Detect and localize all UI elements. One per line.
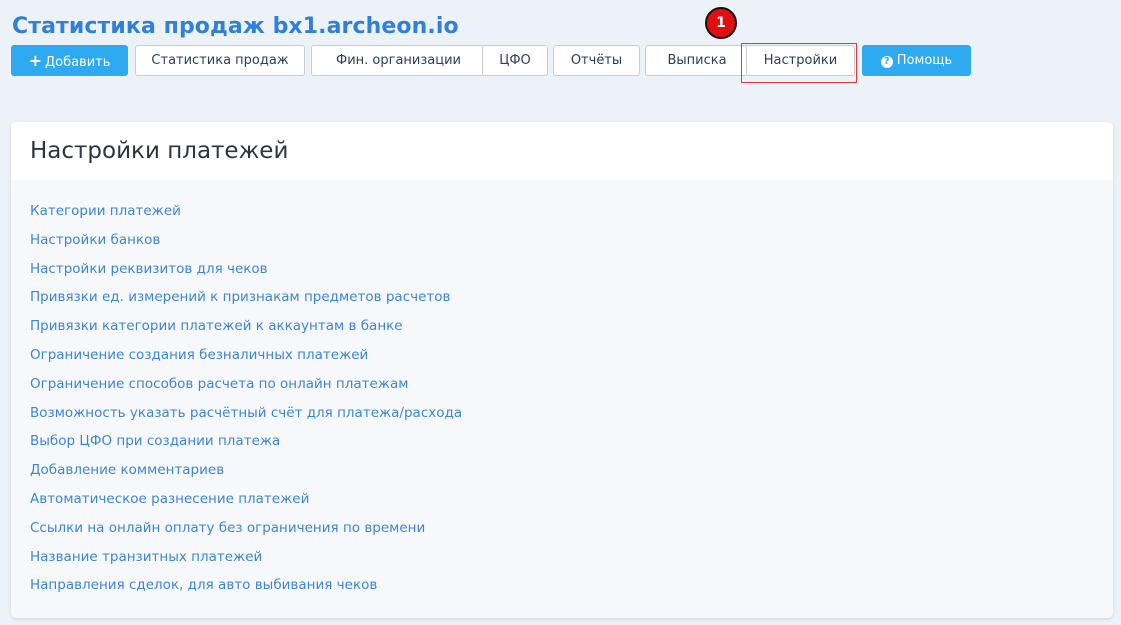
settings-link-cashless-restriction[interactable]: Ограничение создания безналичных платеже… [30, 347, 368, 363]
settings-link-online-payment-methods[interactable]: Ограничение способов расчета по онлайн п… [30, 376, 408, 392]
list-item: Привязки категории платежей к аккаунтам … [30, 311, 1094, 340]
payment-settings-panel: Настройки платежей Категории платежей На… [11, 122, 1113, 618]
settings-link-payment-categories[interactable]: Категории платежей [30, 203, 181, 219]
list-item: Автоматическое разнесение платежей [30, 484, 1094, 513]
settings-link-settlement-account[interactable]: Возможность указать расчётный счёт для п… [30, 405, 462, 421]
sales-stats-button[interactable]: Статистика продаж [135, 45, 305, 76]
list-item: Добавление комментариев [30, 455, 1094, 484]
settings-link-unlimited-payment-links[interactable]: Ссылки на онлайн оплату без ограничения … [30, 520, 425, 536]
list-item: Категории платежей [30, 196, 1094, 225]
list-item: Ограничение создания безналичных платеже… [30, 340, 1094, 369]
statement-button[interactable]: Выписка [645, 45, 749, 76]
app-title: Статистика продаж bx1.archeon.io [12, 14, 459, 39]
list-item: Выбор ЦФО при создании платежа [30, 426, 1094, 455]
settings-link-list: Категории платежей Настройки банков Наст… [30, 196, 1094, 599]
list-item: Название транзитных платежей [30, 542, 1094, 571]
list-item: Настройки реквизитов для чеков [30, 254, 1094, 283]
add-button-label: Добавить [44, 55, 111, 70]
settings-link-unit-bindings[interactable]: Привязки ед. измерений к признакам предм… [30, 289, 451, 305]
settings-highlight-box [741, 43, 857, 83]
settings-link-comments[interactable]: Добавление комментариев [30, 462, 224, 478]
fin-orgs-button[interactable]: Фин. организации [311, 45, 486, 76]
settings-link-bank-settings[interactable]: Настройки банков [30, 232, 160, 248]
settings-link-receipt-requisites[interactable]: Настройки реквизитов для чеков [30, 261, 268, 277]
step-number-badge: 1 [705, 7, 737, 39]
settings-link-deal-directions[interactable]: Направления сделок, для авто выбивания ч… [30, 577, 377, 593]
panel-title: Настройки платежей [30, 138, 289, 164]
reports-button[interactable]: Отчёты [553, 45, 640, 76]
list-item: Настройки банков [30, 225, 1094, 254]
panel-body: Категории платежей Настройки банков Наст… [11, 180, 1113, 615]
cfo-button[interactable]: ЦФО [482, 45, 548, 76]
list-item: Ссылки на онлайн оплату без ограничения … [30, 513, 1094, 542]
settings-link-cfo-selection[interactable]: Выбор ЦФО при создании платежа [30, 433, 280, 449]
plus-icon: + [28, 51, 42, 70]
add-button[interactable]: + Добавить [11, 45, 128, 76]
question-circle-icon: ? [880, 56, 893, 68]
settings-link-category-bank-accounts[interactable]: Привязки категории платежей к аккаунтам … [30, 318, 403, 334]
help-button-label: Помощь [896, 53, 953, 68]
settings-link-transit-payments[interactable]: Название транзитных платежей [30, 549, 262, 565]
help-button[interactable]: ? Помощь [862, 45, 971, 76]
list-item: Ограничение способов расчета по онлайн п… [30, 369, 1094, 398]
list-item: Возможность указать расчётный счёт для п… [30, 398, 1094, 427]
panel-header: Настройки платежей [11, 122, 1113, 180]
list-item: Привязки ед. измерений к признакам предм… [30, 282, 1094, 311]
settings-link-auto-allocation[interactable]: Автоматическое разнесение платежей [30, 491, 309, 507]
list-item: Направления сделок, для авто выбивания ч… [30, 570, 1094, 599]
